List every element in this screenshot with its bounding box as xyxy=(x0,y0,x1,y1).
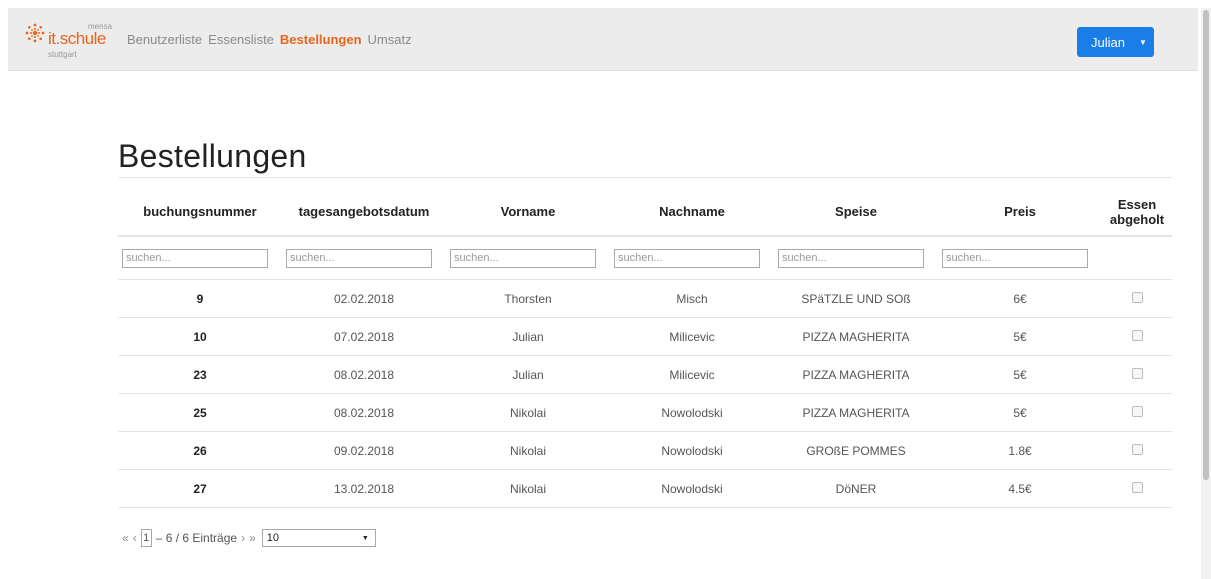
pagination: « ‹ 1 – 6 / 6 Einträge › » 10 ▼ xyxy=(122,529,376,547)
cell-speise: SPäTZLE UND SOß xyxy=(774,279,938,318)
cell-date: 07.02.2018 xyxy=(282,317,446,356)
column-header-nachname[interactable]: Nachname xyxy=(610,188,774,237)
last-page-icon[interactable]: » xyxy=(249,531,256,545)
column-header-speise[interactable]: Speise xyxy=(774,188,938,237)
page-size-value: 10 xyxy=(266,532,280,544)
cell-speise: PIZZA MAGHERITA xyxy=(774,393,938,432)
column-header-buchungsnummer[interactable]: buchungsnummer xyxy=(118,188,282,237)
nav-link-benutzerliste[interactable]: Benutzerliste xyxy=(127,32,202,47)
cell-buchungsnummer: 27 xyxy=(118,469,282,508)
cell-abgeholt xyxy=(1102,469,1172,508)
top-navbar: mensa it.schule stuttgart Benutzerliste … xyxy=(8,8,1198,71)
cell-vorname: Thorsten xyxy=(446,279,610,318)
table-row: 23 08.02.2018 Julian Milicevic PIZZA MAG… xyxy=(118,355,1172,394)
cell-nachname: Milicevic xyxy=(610,355,774,394)
table-row: 25 08.02.2018 Nikolai Nowolodski PIZZA M… xyxy=(118,393,1172,432)
cell-abgeholt xyxy=(1102,279,1172,318)
abgeholt-checkbox[interactable] xyxy=(1131,329,1143,341)
cell-nachname: Nowolodski xyxy=(610,393,774,432)
cell-nachname: Milicevic xyxy=(610,317,774,356)
search-input-preis[interactable] xyxy=(942,248,1088,268)
cell-date: 08.02.2018 xyxy=(282,393,446,432)
nav-link-essensliste[interactable]: Essensliste xyxy=(208,32,274,47)
prev-page-icon[interactable]: ‹ xyxy=(133,531,137,545)
table-row: 10 07.02.2018 Julian Milicevic PIZZA MAG… xyxy=(118,317,1172,356)
cell-preis: 5€ xyxy=(938,355,1102,394)
user-menu-button[interactable]: Julian ▼ xyxy=(1077,27,1154,57)
dropdown-arrow-icon: ▼ xyxy=(361,534,369,542)
first-page-icon[interactable]: « xyxy=(122,531,129,545)
cell-vorname: Julian xyxy=(446,317,610,356)
brand-city: stuttgart xyxy=(48,50,77,59)
cell-speise: PIZZA MAGHERITA xyxy=(774,355,938,394)
table-header-row: buchungsnummer tagesangebotsdatum Vornam… xyxy=(118,188,1172,237)
caret-down-icon: ▼ xyxy=(1138,37,1147,47)
abgeholt-checkbox[interactable] xyxy=(1131,481,1143,493)
cell-abgeholt xyxy=(1102,317,1172,356)
search-input-speise[interactable] xyxy=(778,248,924,268)
page-size-select[interactable]: 10 ▼ xyxy=(261,529,376,547)
cell-buchungsnummer: 9 xyxy=(118,279,282,318)
abgeholt-checkbox[interactable] xyxy=(1131,443,1143,455)
cell-vorname: Nikolai xyxy=(446,469,610,508)
cell-date: 13.02.2018 xyxy=(282,469,446,508)
orders-table: buchungsnummer tagesangebotsdatum Vornam… xyxy=(118,188,1172,508)
cell-preis: 5€ xyxy=(938,393,1102,432)
cell-buchungsnummer: 26 xyxy=(118,431,282,470)
cell-preis: 4.5€ xyxy=(938,469,1102,508)
column-header-vorname[interactable]: Vorname xyxy=(446,188,610,237)
cell-nachname: Nowolodski xyxy=(610,431,774,470)
cell-preis: 5€ xyxy=(938,317,1102,356)
column-header-tagesangebotsdatum[interactable]: tagesangebotsdatum xyxy=(282,188,446,237)
brand-name: it.schule xyxy=(48,29,106,48)
cell-preis: 6€ xyxy=(938,279,1102,318)
page-scrollbar-thumb[interactable] xyxy=(1203,10,1209,480)
cell-buchungsnummer: 25 xyxy=(118,393,282,432)
nav-link-bestellungen[interactable]: Bestellungen xyxy=(280,32,362,47)
cell-abgeholt xyxy=(1102,431,1172,470)
cell-date: 02.02.2018 xyxy=(282,279,446,318)
search-input-nachname[interactable] xyxy=(614,248,760,268)
cell-preis: 1.8€ xyxy=(938,431,1102,470)
column-header-preis[interactable]: Preis xyxy=(938,188,1102,237)
cell-buchungsnummer: 10 xyxy=(118,317,282,356)
table-row: 26 09.02.2018 Nikolai Nowolodski GROßE P… xyxy=(118,431,1172,470)
cell-abgeholt xyxy=(1102,393,1172,432)
abgeholt-checkbox[interactable] xyxy=(1131,367,1143,379)
column-header-essen-abgeholt[interactable]: Essen abgeholt xyxy=(1102,188,1172,237)
cell-nachname: Nowolodski xyxy=(610,469,774,508)
cell-date: 09.02.2018 xyxy=(282,431,446,470)
user-menu-label: Julian xyxy=(1091,34,1125,50)
cell-date: 08.02.2018 xyxy=(282,355,446,394)
cell-abgeholt xyxy=(1102,355,1172,394)
search-input-buchungsnummer[interactable] xyxy=(122,248,268,268)
cell-nachname: Misch xyxy=(610,279,774,318)
table-filter-row xyxy=(118,236,1172,280)
page-title: Bestellungen xyxy=(118,138,307,174)
empty-filter-cell xyxy=(1102,236,1172,280)
cell-speise: PIZZA MAGHERITA xyxy=(774,317,938,356)
title-divider xyxy=(118,177,1172,178)
page-number-input[interactable]: 1 xyxy=(140,529,152,547)
cell-speise: GROßE POMMES xyxy=(774,431,938,470)
search-input-vorname[interactable] xyxy=(450,248,596,268)
search-input-tagesangebotsdatum[interactable] xyxy=(286,248,432,268)
cell-vorname: Nikolai xyxy=(446,431,610,470)
cell-vorname: Julian xyxy=(446,355,610,394)
abgeholt-checkbox[interactable] xyxy=(1131,405,1143,417)
page-info: – 6 / 6 Einträge xyxy=(155,531,238,545)
nav-link-umsatz[interactable]: Umsatz xyxy=(368,32,412,47)
brand-logo[interactable]: mensa it.schule stuttgart xyxy=(24,20,120,60)
main-nav: Benutzerliste Essensliste Bestellungen U… xyxy=(127,32,412,47)
table-row: 9 02.02.2018 Thorsten Misch SPäTZLE UND … xyxy=(118,279,1172,318)
sunburst-logo-icon xyxy=(25,23,45,43)
cell-speise: DöNER xyxy=(774,469,938,508)
next-page-icon[interactable]: › xyxy=(241,531,245,545)
cell-buchungsnummer: 23 xyxy=(118,355,282,394)
abgeholt-checkbox[interactable] xyxy=(1131,291,1143,303)
cell-vorname: Nikolai xyxy=(446,393,610,432)
table-row: 27 13.02.2018 Nikolai Nowolodski DöNER 4… xyxy=(118,469,1172,508)
